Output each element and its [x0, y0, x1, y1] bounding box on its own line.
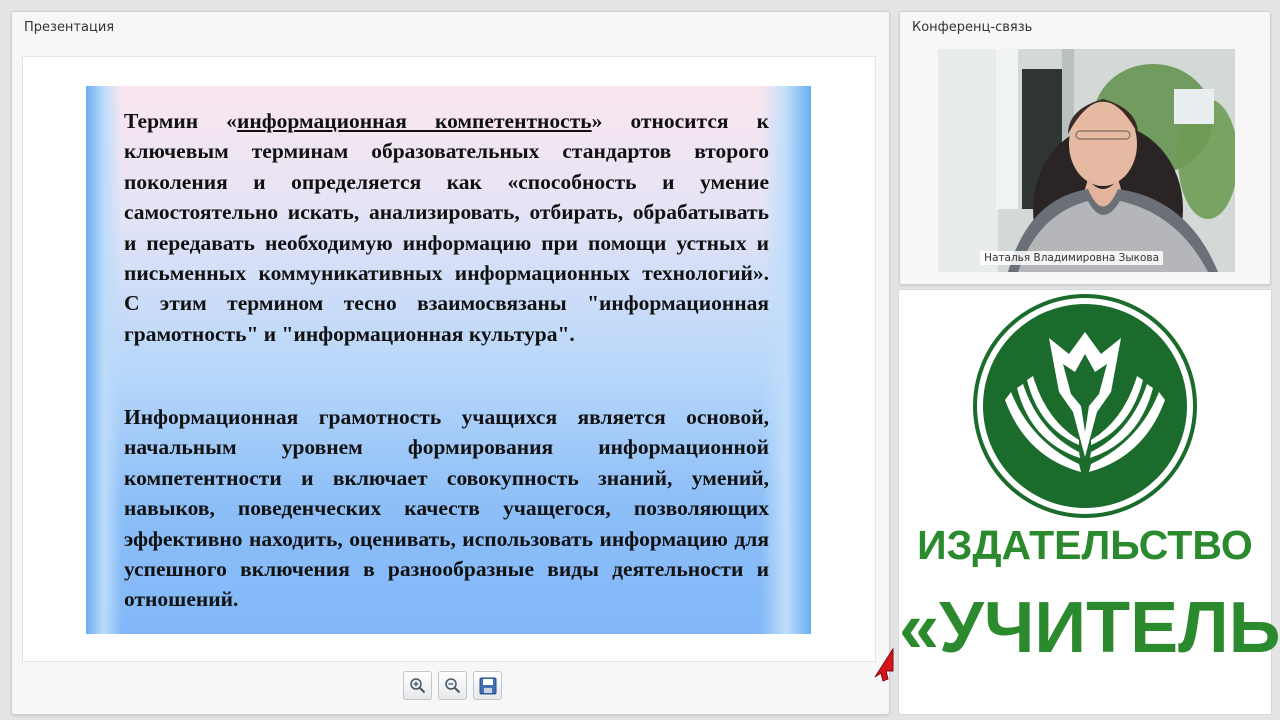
- speaker-name-label: Наталья Владимировна Зыкова: [980, 251, 1163, 265]
- presentation-panel: Презентация Термин «информационная компе…: [11, 11, 894, 715]
- presentation-panel-title: Презентация: [24, 20, 115, 35]
- save-button[interactable]: [473, 671, 502, 700]
- zoom-out-button[interactable]: [438, 671, 467, 700]
- slide-term-prefix: Термин «: [124, 109, 237, 133]
- slide-paragraph-1: Термин «информационная компетентность» о…: [124, 106, 769, 349]
- zoom-out-icon: [445, 678, 461, 694]
- slide-paragraph-2: Информационная грамотность учащихся явля…: [124, 405, 769, 612]
- slide: Термин «информационная компетентность» о…: [86, 86, 811, 634]
- slide-viewport: Термин «информационная компетентность» о…: [22, 56, 894, 682]
- publisher-name-line-2: «УЧИТЕЛЬ»: [899, 588, 1280, 668]
- zoom-in-button[interactable]: [403, 671, 432, 700]
- publisher-logo-panel: ИЗДАТЕЛЬСТВО «УЧИТЕЛЬ»: [898, 289, 1280, 715]
- conference-panel-title: Конференц-связь: [912, 20, 1033, 35]
- slide-toolbar: [403, 671, 502, 700]
- zoom-in-icon: [410, 678, 426, 694]
- pointer-arrow-icon: [874, 647, 894, 682]
- save-icon: [479, 677, 496, 694]
- conference-panel: Конференц-связь Наталья Владимировна Зык…: [899, 11, 1271, 285]
- publisher-logo-icon: [973, 294, 1197, 518]
- publisher-name-line-1: ИЗДАТЕЛЬСТВО: [917, 522, 1253, 568]
- slide-term: информационная компетентность: [236, 109, 592, 133]
- speaker-video: Наталья Владимировна Зыкова: [938, 49, 1235, 272]
- slide-paragraph-1-rest: » относится к ключевым терминам образова…: [124, 109, 770, 346]
- speaker-video-frame: [938, 49, 1235, 272]
